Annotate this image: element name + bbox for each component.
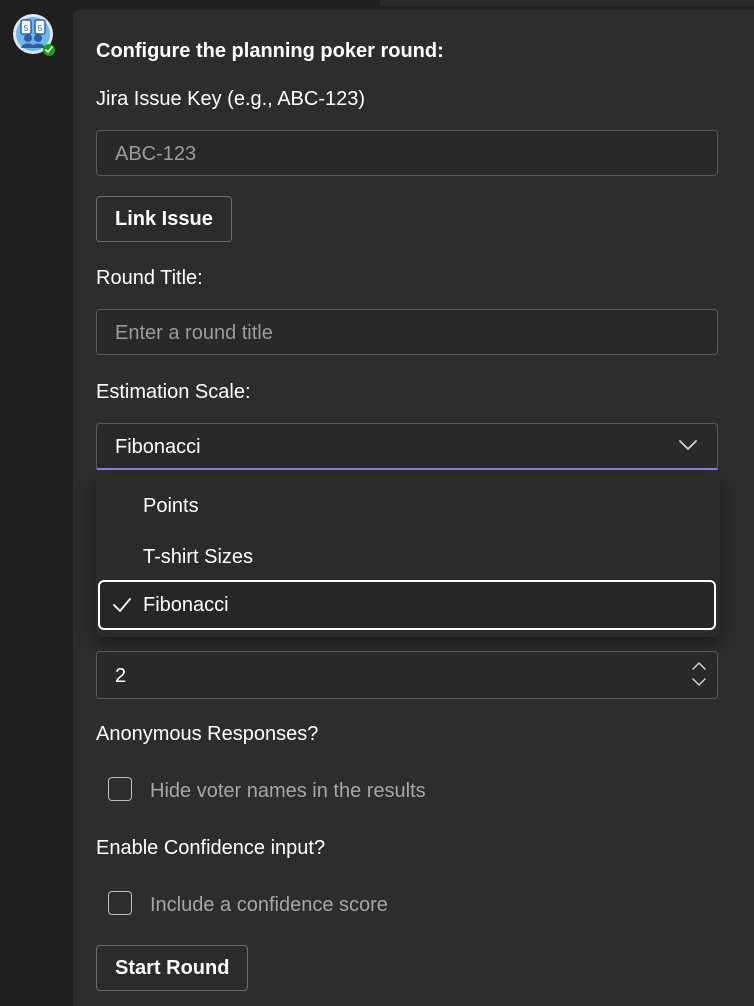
checkmark-icon — [113, 598, 131, 612]
jira-issue-key-label: Jira Issue Key (e.g., ABC-123) — [96, 88, 366, 110]
svg-text:5: 5 — [24, 24, 29, 33]
number-stepper-arrows-icon[interactable] — [691, 658, 707, 690]
estimation-scale-selected-value: Fibonacci — [115, 436, 201, 458]
confidence-input-label: Enable Confidence input? — [96, 837, 326, 859]
round-title-input[interactable] — [115, 321, 635, 345]
scale-option-label: Fibonacci — [143, 594, 229, 616]
round-title-field[interactable] — [96, 309, 718, 355]
scale-option-label: Points — [143, 495, 199, 517]
estimation-scale-label: Estimation Scale: — [96, 381, 251, 403]
chevron-down-icon — [679, 440, 697, 450]
anonymous-responses-label: Anonymous Responses? — [96, 723, 319, 745]
hide-voter-names-label[interactable]: Hide voter names in the results — [150, 779, 426, 803]
start-round-button[interactable]: Start Round — [96, 945, 249, 991]
scale-option-label: T-shirt Sizes — [143, 546, 254, 568]
app-logo-icon: 5 5 — [13, 14, 55, 56]
scale-option-points[interactable]: Points — [96, 481, 720, 531]
estimation-scale-dropdown: Points T-shirt Sizes Fibonacci — [96, 475, 720, 637]
scale-option-fibonacci[interactable]: Fibonacci — [98, 580, 716, 630]
jira-issue-key-input[interactable] — [115, 142, 635, 166]
link-issue-button[interactable]: Link Issue — [96, 196, 232, 242]
scale-option-t-shirt-sizes[interactable]: T-shirt Sizes — [96, 532, 720, 582]
confidence-score-label[interactable]: Include a confidence score — [150, 893, 388, 917]
hide-voter-names-checkbox[interactable] — [108, 777, 132, 801]
confidence-score-checkbox[interactable] — [108, 891, 132, 915]
planning-poker-app-avatar[interactable]: 5 5 — [10, 12, 56, 58]
svg-text:5: 5 — [38, 24, 43, 33]
number-stepper-field[interactable]: 2 — [96, 651, 718, 699]
jira-issue-key-field[interactable] — [96, 130, 718, 176]
form-heading: Configure the planning poker round: — [96, 40, 444, 62]
top-window-strip — [380, 0, 754, 6]
estimation-scale-select[interactable]: Fibonacci — [96, 423, 718, 470]
round-title-label: Round Title: — [96, 267, 203, 289]
number-stepper-value: 2 — [115, 665, 127, 687]
